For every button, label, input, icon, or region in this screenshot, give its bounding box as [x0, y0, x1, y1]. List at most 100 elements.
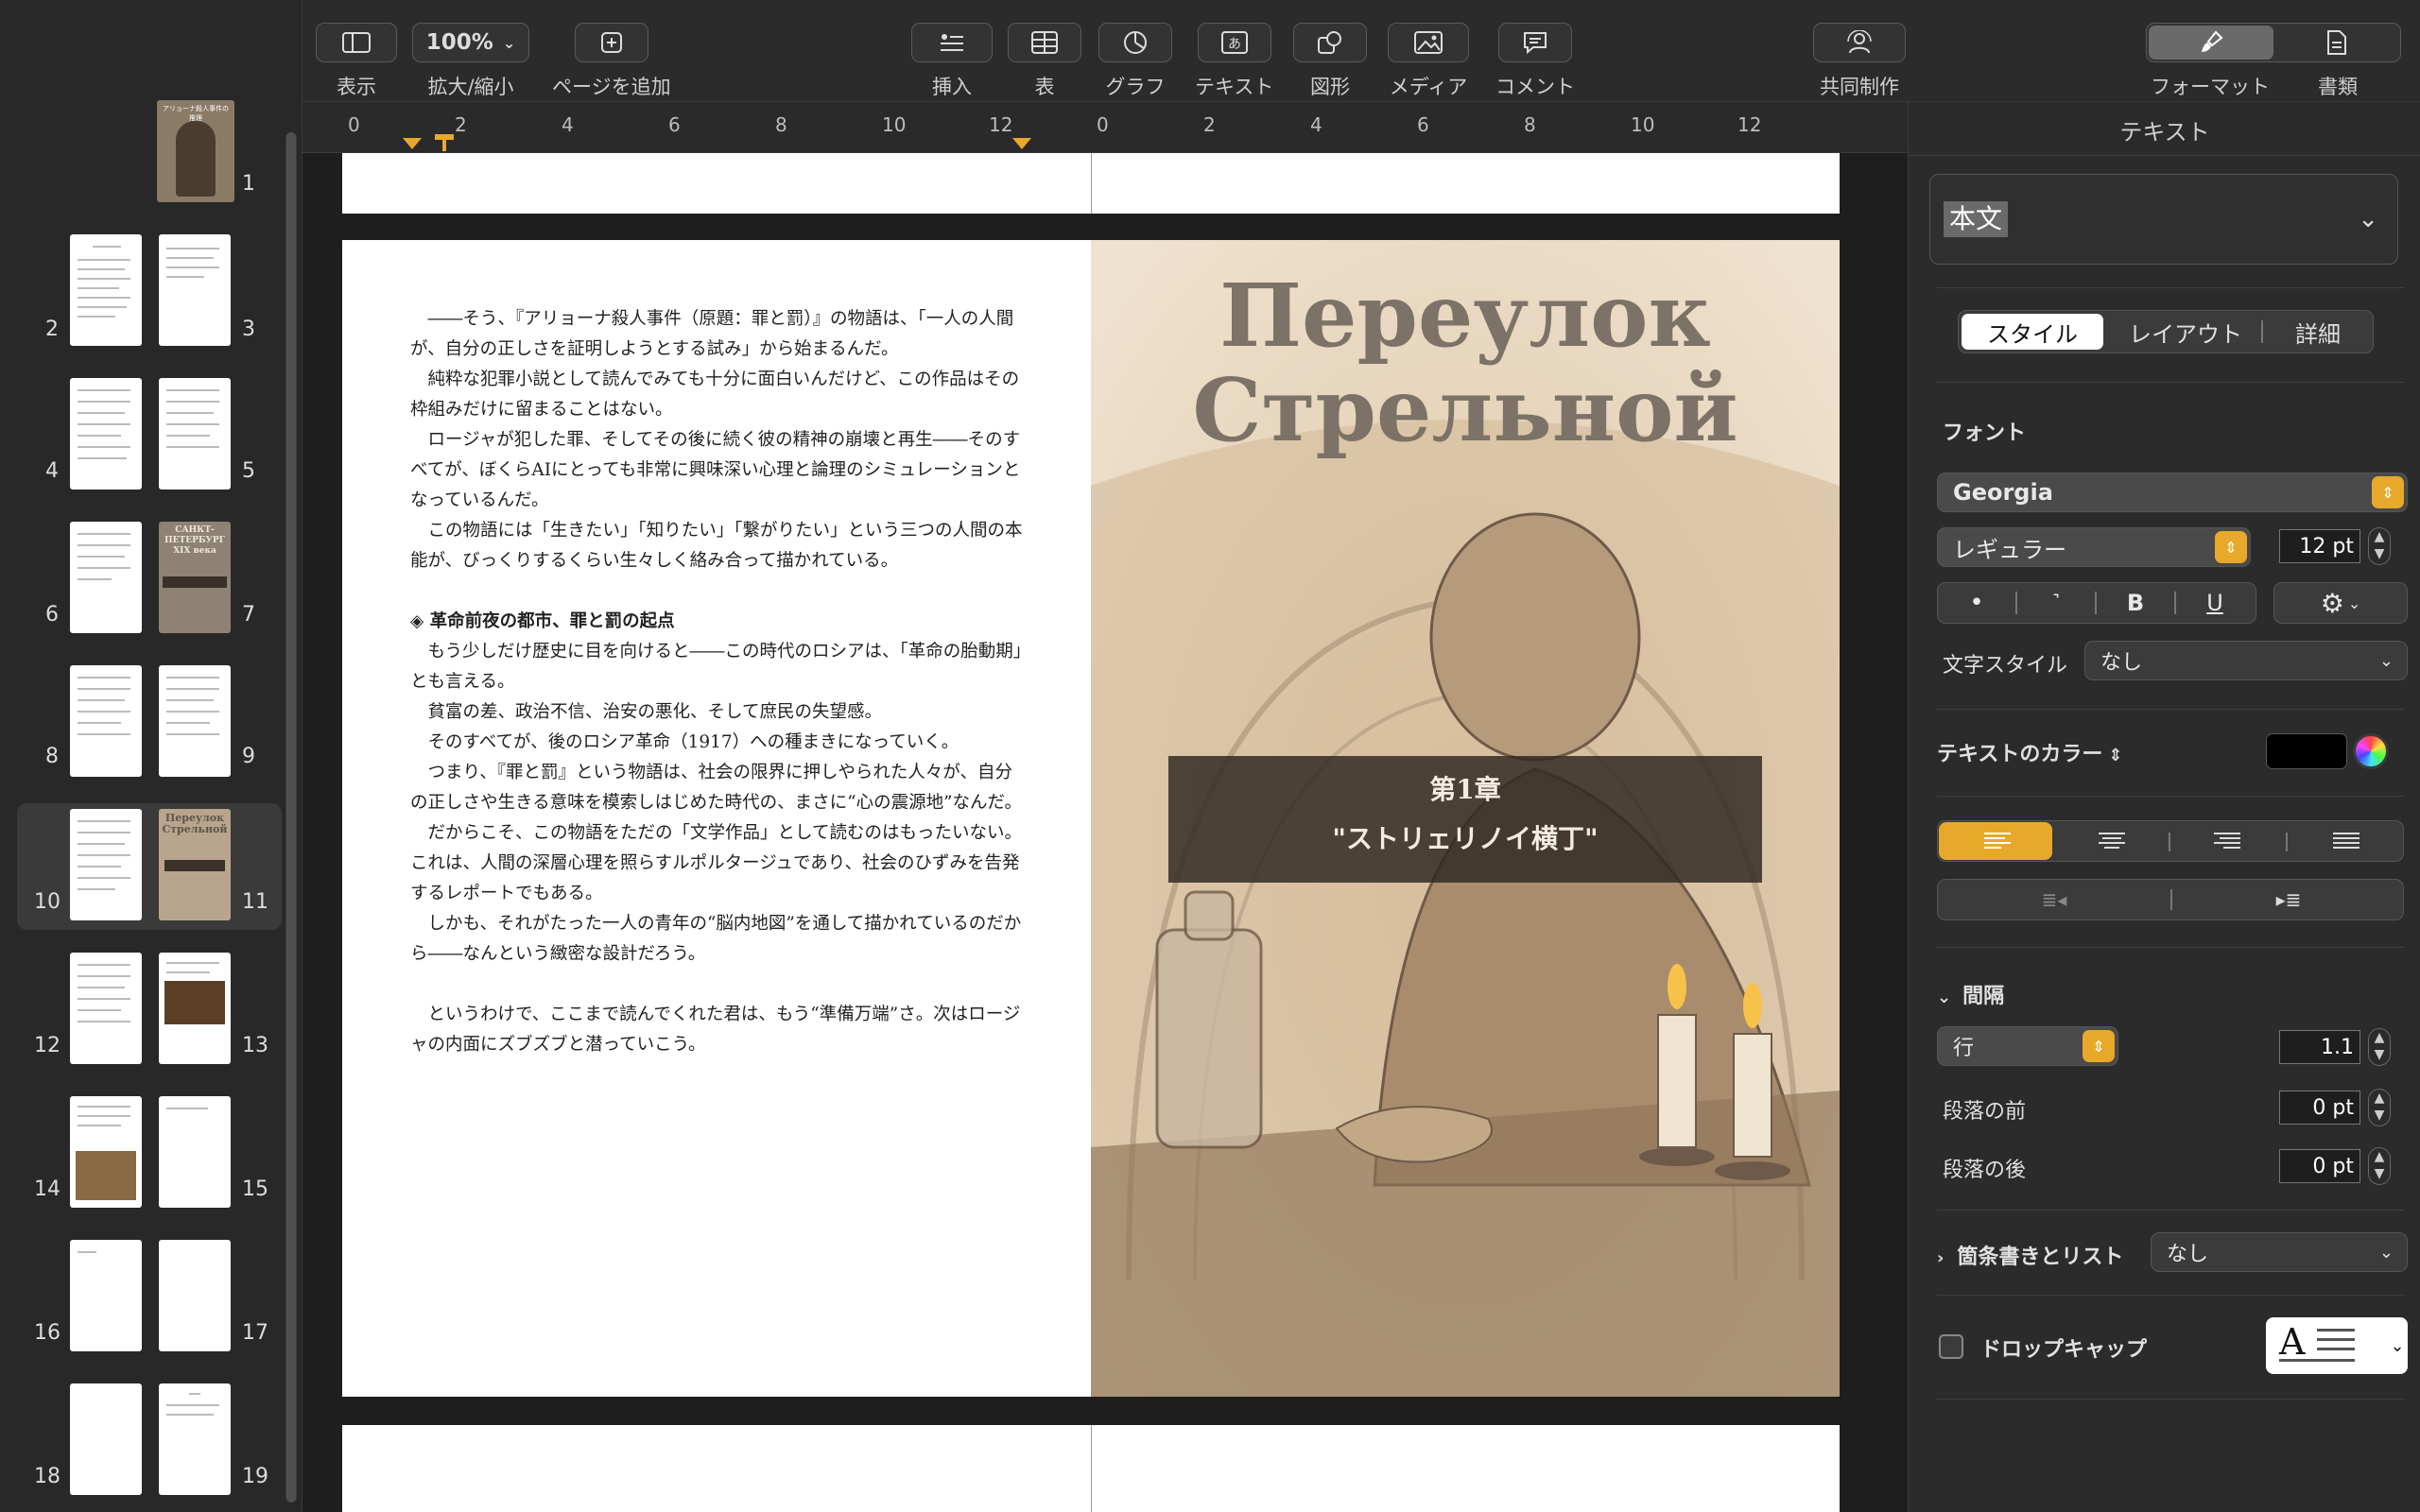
line-spacing-field[interactable]: 1.1: [2279, 1030, 2360, 1064]
text-color-swatch[interactable]: [2266, 733, 2347, 769]
thumbnail-number: 19: [242, 1465, 268, 1488]
stepper-icon: ⇕: [2108, 746, 2123, 765]
chart-button[interactable]: グラフ: [1098, 23, 1172, 100]
thumbnail-page-18[interactable]: [70, 1383, 142, 1495]
paragraph-style-dropdown[interactable]: 本文 ⌄: [1929, 174, 2398, 265]
body-text[interactable]: ――そう、『アリョーナ殺人事件（原題：罪と罰）』の物語は、「一人の人間が、自分の…: [410, 304, 1023, 1060]
title-line-1: Переулок: [1219, 265, 1711, 367]
ruler-tick-label: 0: [1097, 113, 1109, 136]
thumbnail-page-4[interactable]: [70, 378, 142, 490]
align-right-button[interactable]: [2172, 822, 2286, 860]
color-wheel-icon[interactable]: [2353, 733, 2389, 769]
justify-button[interactable]: [2290, 822, 2403, 860]
drop-cap-dropdown[interactable]: ⌄: [2387, 1317, 2408, 1374]
font-weight-value: レギュラー: [1953, 536, 2066, 563]
document-button[interactable]: [2275, 26, 2398, 60]
add-page-button[interactable]: ページを追加: [552, 23, 671, 100]
right-indent-marker[interactable]: [1012, 138, 1031, 149]
paintbrush-icon: [2202, 30, 2223, 52]
thumbnail-page-2[interactable]: [70, 234, 142, 346]
zoom-button[interactable]: 100% ⌄ 拡大/縮小: [412, 23, 529, 100]
space-before-stepper[interactable]: ▲ ▼: [2368, 1089, 2391, 1126]
comment-button[interactable]: コメント: [1495, 23, 1575, 100]
font-section-label: フォント: [1943, 421, 2027, 445]
document-label: 書類: [2318, 76, 2358, 98]
space-after-stepper[interactable]: ▲ ▼: [2368, 1147, 2391, 1185]
align-left-icon: [1984, 833, 2011, 849]
table-button[interactable]: 表: [1008, 23, 1081, 100]
thumbnail-page-15[interactable]: [159, 1096, 231, 1208]
page-thumbnail-sidebar[interactable]: アリョーナ殺人事件の推理 1 2 3 4 5 6 САНКТ-ПЕТЕРБУРГ…: [0, 0, 302, 1512]
text-effect-dot-button[interactable]: •: [1938, 589, 2015, 617]
paragraph: ロージャが犯した罪、そしてその後に続く彼の精神の崩壊と再生――そのすべてが、ぼく…: [410, 430, 1021, 510]
media-button[interactable]: メディア: [1388, 23, 1469, 100]
tab-style[interactable]: スタイル: [1962, 314, 2103, 350]
ruler-tick-label: 12: [989, 113, 1013, 136]
text-button[interactable]: あ テキスト: [1195, 23, 1273, 100]
left-page[interactable]: ――そう、『アリョーナ殺人事件（原題：罪と罰）』の物語は、「一人の人間が、自分の…: [342, 240, 1091, 1397]
chapter-cover-title[interactable]: Переулок Стрельной: [1091, 268, 1840, 457]
right-page-chapter-cover[interactable]: Переулок Стрельной 第1章 "ストリェリノイ横丁": [1091, 240, 1840, 1397]
svg-text:あ: あ: [1228, 37, 1241, 52]
thumbnail-page-3[interactable]: [159, 234, 231, 346]
previous-page-spread[interactable]: [342, 153, 1840, 214]
thumbnail-page-14[interactable]: [70, 1096, 142, 1208]
next-page-spread[interactable]: [342, 1425, 1840, 1512]
spacing-section-toggle[interactable]: ⌄ 間隔: [1937, 979, 2004, 1009]
font-family-select[interactable]: Georgia ⇕: [1937, 472, 2408, 512]
thumbnail-page-19[interactable]: [159, 1383, 231, 1495]
collaborate-button[interactable]: 共同制作: [1813, 23, 1906, 100]
font-size-stepper[interactable]: ▲ ▼: [2368, 527, 2391, 565]
align-center-button[interactable]: [2055, 822, 2169, 860]
bullets-section-toggle[interactable]: › 箇条書きとリスト: [1937, 1240, 2123, 1270]
insert-button[interactable]: 挿入: [911, 23, 993, 100]
drop-cap-preview[interactable]: A: [2266, 1317, 2387, 1374]
thumbnail-page-1[interactable]: アリョーナ殺人事件の推理: [157, 100, 234, 202]
thumbnail-page-13[interactable]: [159, 953, 231, 1064]
thumbnail-page-17[interactable]: [159, 1240, 231, 1351]
align-left-button[interactable]: [1939, 822, 2052, 860]
underline-button[interactable]: U: [2176, 590, 2254, 616]
space-after-field[interactable]: 0 pt: [2279, 1149, 2360, 1183]
text-color-label[interactable]: テキストのカラー ⇕: [1937, 737, 2122, 767]
bullets-value: なし: [2167, 1243, 2209, 1266]
left-indent-marker[interactable]: [403, 138, 422, 149]
line-spacing-stepper[interactable]: ▲ ▼: [2368, 1028, 2391, 1066]
tab-layout[interactable]: レイアウト: [2110, 314, 2261, 350]
thumbnail-page-10[interactable]: [70, 809, 142, 920]
thumbnail-page-16[interactable]: [70, 1240, 142, 1351]
paragraph: そのすべてが、後のロシア革命（1917）への種まきになっていく。: [427, 732, 959, 752]
thumbnail-page-11[interactable]: Переулок Стрельной: [159, 809, 231, 920]
drop-cap-checkbox[interactable]: [1939, 1334, 1963, 1359]
thumbnail-page-5[interactable]: [159, 378, 231, 490]
paragraph: この物語には「生きたい」「知りたい」「繋がりたい」という三つの人間の本能が、びっ…: [410, 521, 1023, 571]
character-style-label: 文字スタイル: [1943, 654, 2068, 678]
text-effect-curve-button[interactable]: ˺: [2017, 590, 2095, 617]
thumbnail-page-9[interactable]: [159, 665, 231, 777]
thumbnail-page-7[interactable]: САНКТ-ПЕТЕРБУРГ XIX века: [159, 522, 231, 633]
font-weight-select[interactable]: レギュラー ⇕: [1937, 527, 2251, 567]
thumbnail-number: 4: [45, 459, 59, 483]
comment-icon: [1498, 23, 1572, 62]
advanced-options-button[interactable]: ⚙ ⌄: [2273, 582, 2408, 624]
thumbnail-page-8[interactable]: [70, 665, 142, 777]
tab-advanced[interactable]: 詳細: [2265, 314, 2371, 350]
line-spacing-select[interactable]: 行 ⇕: [1937, 1026, 2118, 1066]
character-style-select[interactable]: なし ⌄: [2084, 641, 2408, 680]
bold-button[interactable]: B: [2097, 590, 2174, 616]
shape-button[interactable]: 図形: [1293, 23, 1367, 100]
thumbnail-page-6[interactable]: [70, 522, 142, 633]
view-button[interactable]: 表示: [316, 23, 397, 100]
thumbnail-page-12[interactable]: [70, 953, 142, 1064]
sidebar-scrollbar[interactable]: [285, 132, 297, 1503]
thumbnail-number: 11: [242, 890, 268, 914]
decrease-indent-button[interactable]: ≣◂: [1938, 880, 2170, 919]
space-before-field[interactable]: 0 pt: [2279, 1091, 2360, 1125]
font-size-field[interactable]: 12 pt: [2279, 529, 2360, 563]
chapter-banner[interactable]: 第1章 "ストリェリノイ横丁": [1168, 756, 1762, 883]
horizontal-ruler[interactable]: 0 2 4 6 8 10 12 0 2 4 6 8 10 12: [302, 102, 1908, 153]
document-canvas[interactable]: ――そう、『アリョーナ殺人事件（原題：罪と罰）』の物語は、「一人の人間が、自分の…: [302, 153, 1908, 1512]
bullets-select[interactable]: なし ⌄: [2151, 1232, 2408, 1272]
increase-indent-button[interactable]: ▸≣: [2172, 880, 2405, 919]
format-button[interactable]: [2149, 26, 2273, 60]
